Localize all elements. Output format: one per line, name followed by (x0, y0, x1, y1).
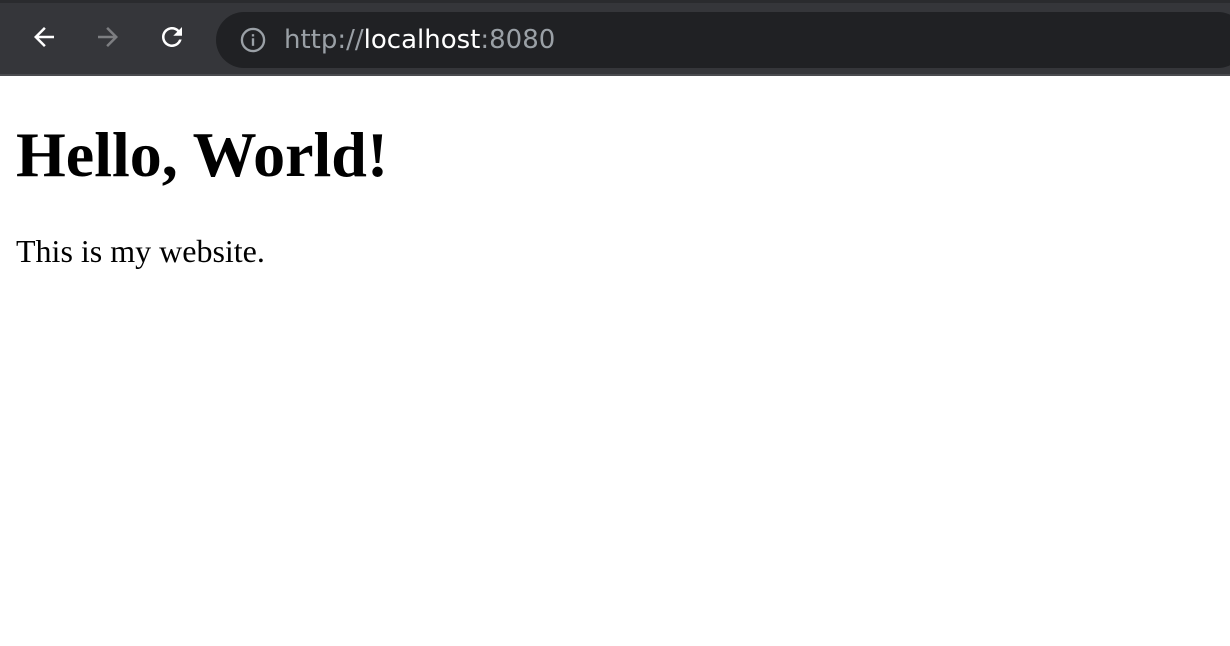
back-button[interactable] (25, 20, 63, 58)
page-content: Hello, World! This is my website. (16, 76, 1214, 269)
page-paragraph: This is my website. (16, 233, 265, 269)
arrow-right-icon (93, 22, 123, 57)
url-port: :8080 (480, 25, 556, 55)
address-bar[interactable]: http://localhost:8080 (216, 12, 1230, 68)
page-heading: Hello, World! (16, 119, 389, 190)
arrow-left-icon (29, 22, 59, 57)
browser-toolbar: http://localhost:8080 (0, 0, 1230, 76)
url-text[interactable]: http://localhost:8080 (284, 27, 555, 53)
reload-icon (157, 22, 187, 57)
url-host: localhost (363, 25, 481, 55)
url-scheme: http:// (284, 25, 364, 55)
info-icon[interactable] (238, 25, 268, 55)
forward-button[interactable] (89, 20, 127, 58)
reload-button[interactable] (153, 20, 191, 58)
